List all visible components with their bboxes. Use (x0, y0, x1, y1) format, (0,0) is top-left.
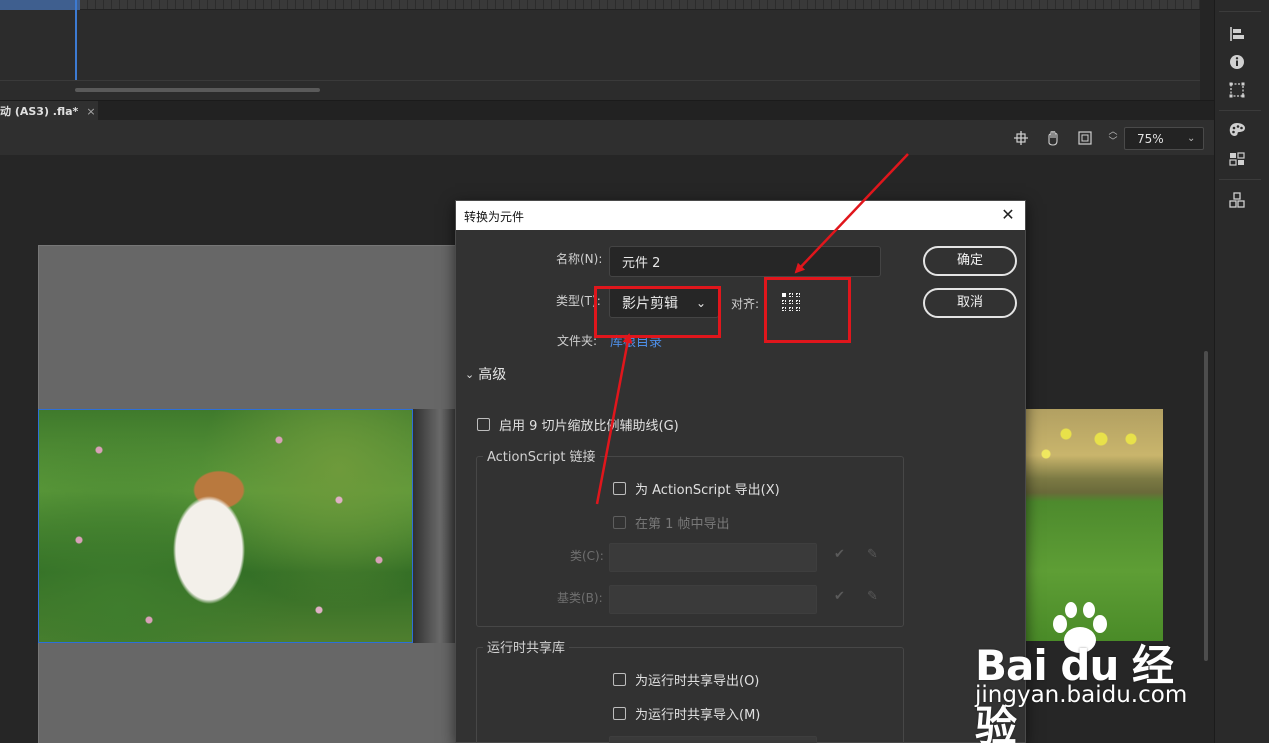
timeline-vscrollbar[interactable] (1200, 0, 1214, 100)
actionscript-group-title: ActionScript 链接 (483, 446, 600, 465)
timeline-hscroll-thumb[interactable] (75, 88, 320, 92)
zoom-stepper[interactable]: ︿ ﹀ (1106, 127, 1120, 150)
swatches-icon[interactable] (1227, 149, 1247, 169)
class-label: 类(C): (570, 549, 604, 563)
document-tab[interactable]: 动 (AS3) .fla* × (0, 101, 98, 121)
frame-ruler[interactable] (0, 0, 1200, 10)
hand-rotate-icon[interactable] (1044, 129, 1062, 147)
bitmap-edge (413, 409, 458, 643)
chevron-down-icon: ⌄ (465, 367, 475, 381)
runtime-shared-library-group (476, 647, 904, 743)
components-icon[interactable] (1227, 190, 1247, 210)
export-in-frame-1-checkbox[interactable]: 在第 1 帧中导出 (613, 513, 730, 532)
base-class-input[interactable] (609, 585, 817, 614)
pencil-icon[interactable]: ✎ (867, 589, 878, 604)
align-icon[interactable] (1227, 24, 1247, 44)
export-for-actionscript-label: 为 ActionScript 导出(X) (635, 483, 780, 498)
dialog-titlebar[interactable]: 转换为元件 ✕ (456, 201, 1025, 230)
cancel-button[interactable]: 取消 (923, 288, 1017, 318)
chevron-down-icon[interactable]: ﹀ (1106, 137, 1120, 147)
align-label: 对齐: (731, 297, 760, 311)
check-icon[interactable]: ✔ (834, 547, 845, 562)
runtime-group-title: 运行时共享库 (483, 637, 570, 656)
base-class-label: 基类(B): (557, 591, 603, 605)
puppy-bitmap-detail (39, 410, 412, 642)
nine-slice-checkbox[interactable]: 启用 9 切片缩放比例辅助线(G) (477, 415, 679, 434)
clip-stage-icon[interactable] (1076, 129, 1094, 147)
checkbox-box[interactable] (613, 673, 626, 686)
color-palette-icon[interactable] (1227, 120, 1247, 140)
chevron-down-icon[interactable]: ⌄ (1187, 133, 1203, 144)
puppy-bitmap[interactable] (38, 409, 413, 643)
document-tab-label: 动 (AS3) .fla* (0, 105, 79, 118)
zoom-select[interactable]: 75% ⌄ (1124, 127, 1204, 150)
convert-to-symbol-dialog: 转换为元件 ✕ 名称(N): 类型(T): 影片剪辑 ⌄ 对齐: 文件夹: 库根… (455, 200, 1026, 743)
advanced-toggle[interactable]: ⌄ 高级 (465, 364, 506, 384)
check-icon[interactable]: ✔ (834, 589, 845, 604)
right-tool-panel (1214, 0, 1269, 743)
nine-slice-label: 启用 9 切片缩放比例辅助线(G) (499, 419, 679, 434)
export-in-frame-1-label: 在第 1 帧中导出 (635, 517, 730, 532)
pencil-icon[interactable]: ✎ (867, 547, 878, 562)
ok-button[interactable]: 确定 (923, 246, 1017, 276)
timeline-panel (0, 0, 1214, 100)
checkbox-box[interactable] (477, 418, 490, 431)
symbol-name-input[interactable] (609, 246, 881, 277)
export-for-actionscript-checkbox[interactable]: 为 ActionScript 导出(X) (613, 479, 780, 498)
document-tabbar: 动 (AS3) .fla* × (0, 100, 1214, 121)
checkbox-box[interactable] (613, 482, 626, 495)
stage-toolbar: ︿ ﹀ 75% ⌄ (0, 120, 1214, 156)
frame-ruler-selected (0, 0, 80, 10)
playhead[interactable] (75, 0, 77, 80)
checkbox-box[interactable] (613, 707, 626, 720)
annotation-box-type (594, 286, 721, 338)
checkbox-box[interactable] (613, 516, 626, 529)
export-runtime-sharing-checkbox[interactable]: 为运行时共享导出(O) (613, 670, 759, 689)
panel-separator (1219, 11, 1261, 12)
class-input[interactable] (609, 543, 817, 572)
chevron-up-icon[interactable]: ︿ (1106, 127, 1120, 137)
transform-icon[interactable] (1227, 80, 1247, 100)
name-label: 名称(N): (556, 252, 603, 266)
center-stage-icon[interactable] (1012, 129, 1030, 147)
advanced-label: 高级 (478, 367, 507, 383)
import-runtime-sharing-label: 为运行时共享导入(M) (635, 708, 761, 723)
timeline-divider (0, 80, 1200, 81)
export-runtime-sharing-label: 为运行时共享导出(O) (635, 674, 760, 689)
folder-label: 文件夹: (557, 334, 598, 348)
watermark-url: jingyan.baidu.com (975, 682, 1188, 708)
info-icon[interactable] (1227, 52, 1247, 72)
close-tab-icon[interactable]: × (86, 105, 95, 118)
dialog-title: 转换为元件 (464, 210, 525, 224)
zoom-value: 75% (1137, 131, 1164, 146)
panel-separator (1219, 110, 1261, 111)
close-icon[interactable]: ✕ (999, 205, 1017, 225)
annotation-box-align (764, 277, 851, 343)
baidu-watermark: Bai du 经验 jingyan.baidu.com (970, 600, 1210, 743)
panel-separator (1219, 179, 1261, 180)
url-input[interactable] (609, 736, 817, 743)
import-runtime-sharing-checkbox[interactable]: 为运行时共享导入(M) (613, 704, 760, 723)
